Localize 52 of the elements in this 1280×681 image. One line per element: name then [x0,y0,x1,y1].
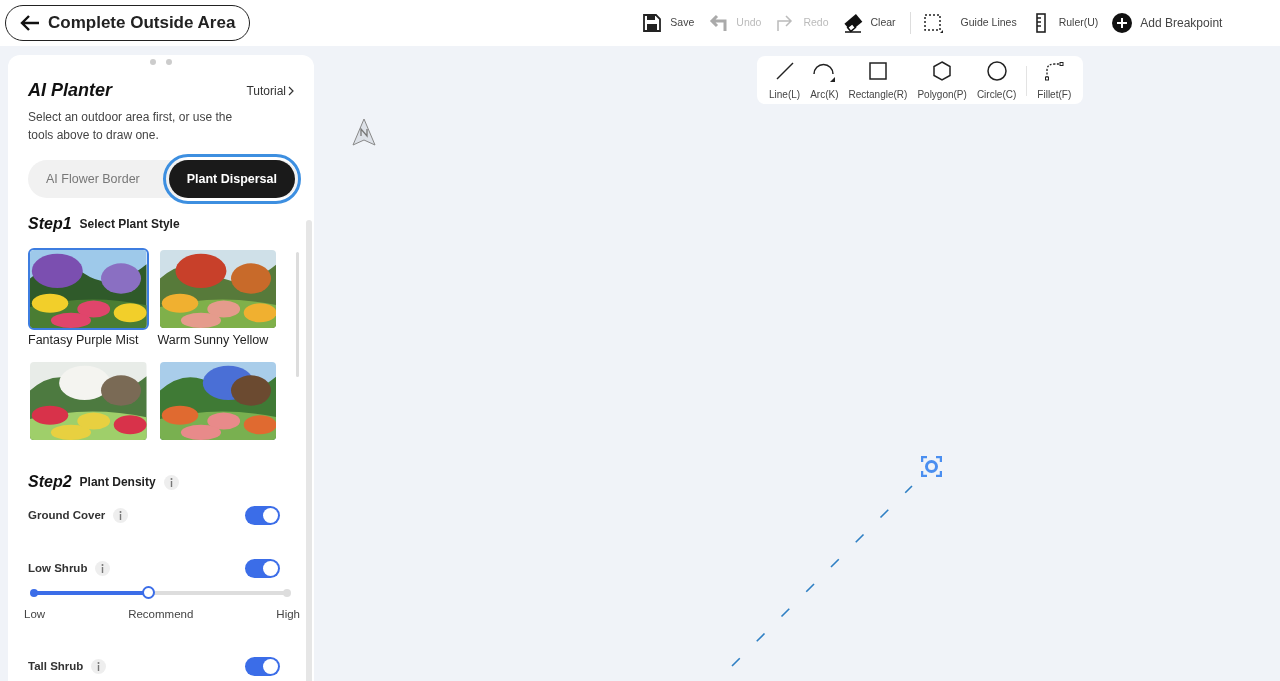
step-label: Step2 [28,472,72,492]
info-icon[interactable] [95,561,111,576]
info-icon[interactable] [113,508,129,523]
style-label: Warm Sunny Yellow [157,332,270,349]
guides-icon [922,13,943,33]
option-label: Ground Cover [28,507,106,523]
slider-label: Recommend [128,607,194,622]
drag-handle[interactable] [150,59,172,62]
toolbar-button[interactable]: Ruler(U) [1030,8,1113,38]
panel-hint: Select an outdoor area first, or use the tools above to draw one. [27,109,234,144]
add-icon [1112,13,1133,33]
slider-stop [283,589,291,597]
panel-title: AI Planter [28,79,113,102]
info-icon[interactable] [163,474,179,490]
step-label: Step1 [28,214,72,234]
step-title: Select Plant Style [79,216,180,233]
toolbar-button[interactable]: Save [642,8,709,38]
slider-label: Low [24,607,46,622]
slider-track[interactable] [28,586,293,600]
step-title: Plant Density [79,474,156,491]
draw-tool-button[interactable]: Arc(K) [806,60,843,102]
scrollbar[interactable] [296,252,299,377]
rect-icon [866,60,889,82]
compass-icon [352,118,376,146]
draw-tool-button[interactable]: Rectangle(R) [844,60,912,102]
fillet-icon [1043,60,1066,82]
circle-icon [985,60,1008,82]
slider-thumb[interactable] [141,586,155,599]
target-icon [921,456,942,477]
mode-tab[interactable]: AI Flower Border [28,160,158,198]
draw-tool-button[interactable]: Line(L) [765,60,805,102]
draw-tool-button[interactable]: Circle(C) [972,60,1021,102]
polygon-icon [931,60,954,82]
toolbar-button[interactable]: Clear [842,8,910,38]
undo-icon [708,13,729,33]
option-label: Low Shrub [28,560,88,576]
draw-tool-button[interactable]: Fillet(F) [1033,60,1076,102]
option-label: Tall Shrub [28,659,84,675]
toolbar-button[interactable]: Add Breakpoint [1112,8,1237,38]
toggle-switch[interactable] [245,559,280,578]
style-label: Fantasy Purple Mist [28,332,140,349]
toggle-switch[interactable] [245,506,280,525]
back-arrow-icon [20,15,40,31]
scrollbar[interactable] [306,220,312,681]
slider-label: High [276,607,300,622]
toolbar-button[interactable]: Guide Lines [922,8,1031,38]
draw-tool-button[interactable]: Polygon(P) [913,60,971,102]
info-icon[interactable] [91,659,107,675]
toggle-switch[interactable] [245,657,280,677]
save-icon [642,13,663,33]
tutorial-link[interactable]: Tutorial [246,81,294,100]
chevron-icon [288,85,294,96]
